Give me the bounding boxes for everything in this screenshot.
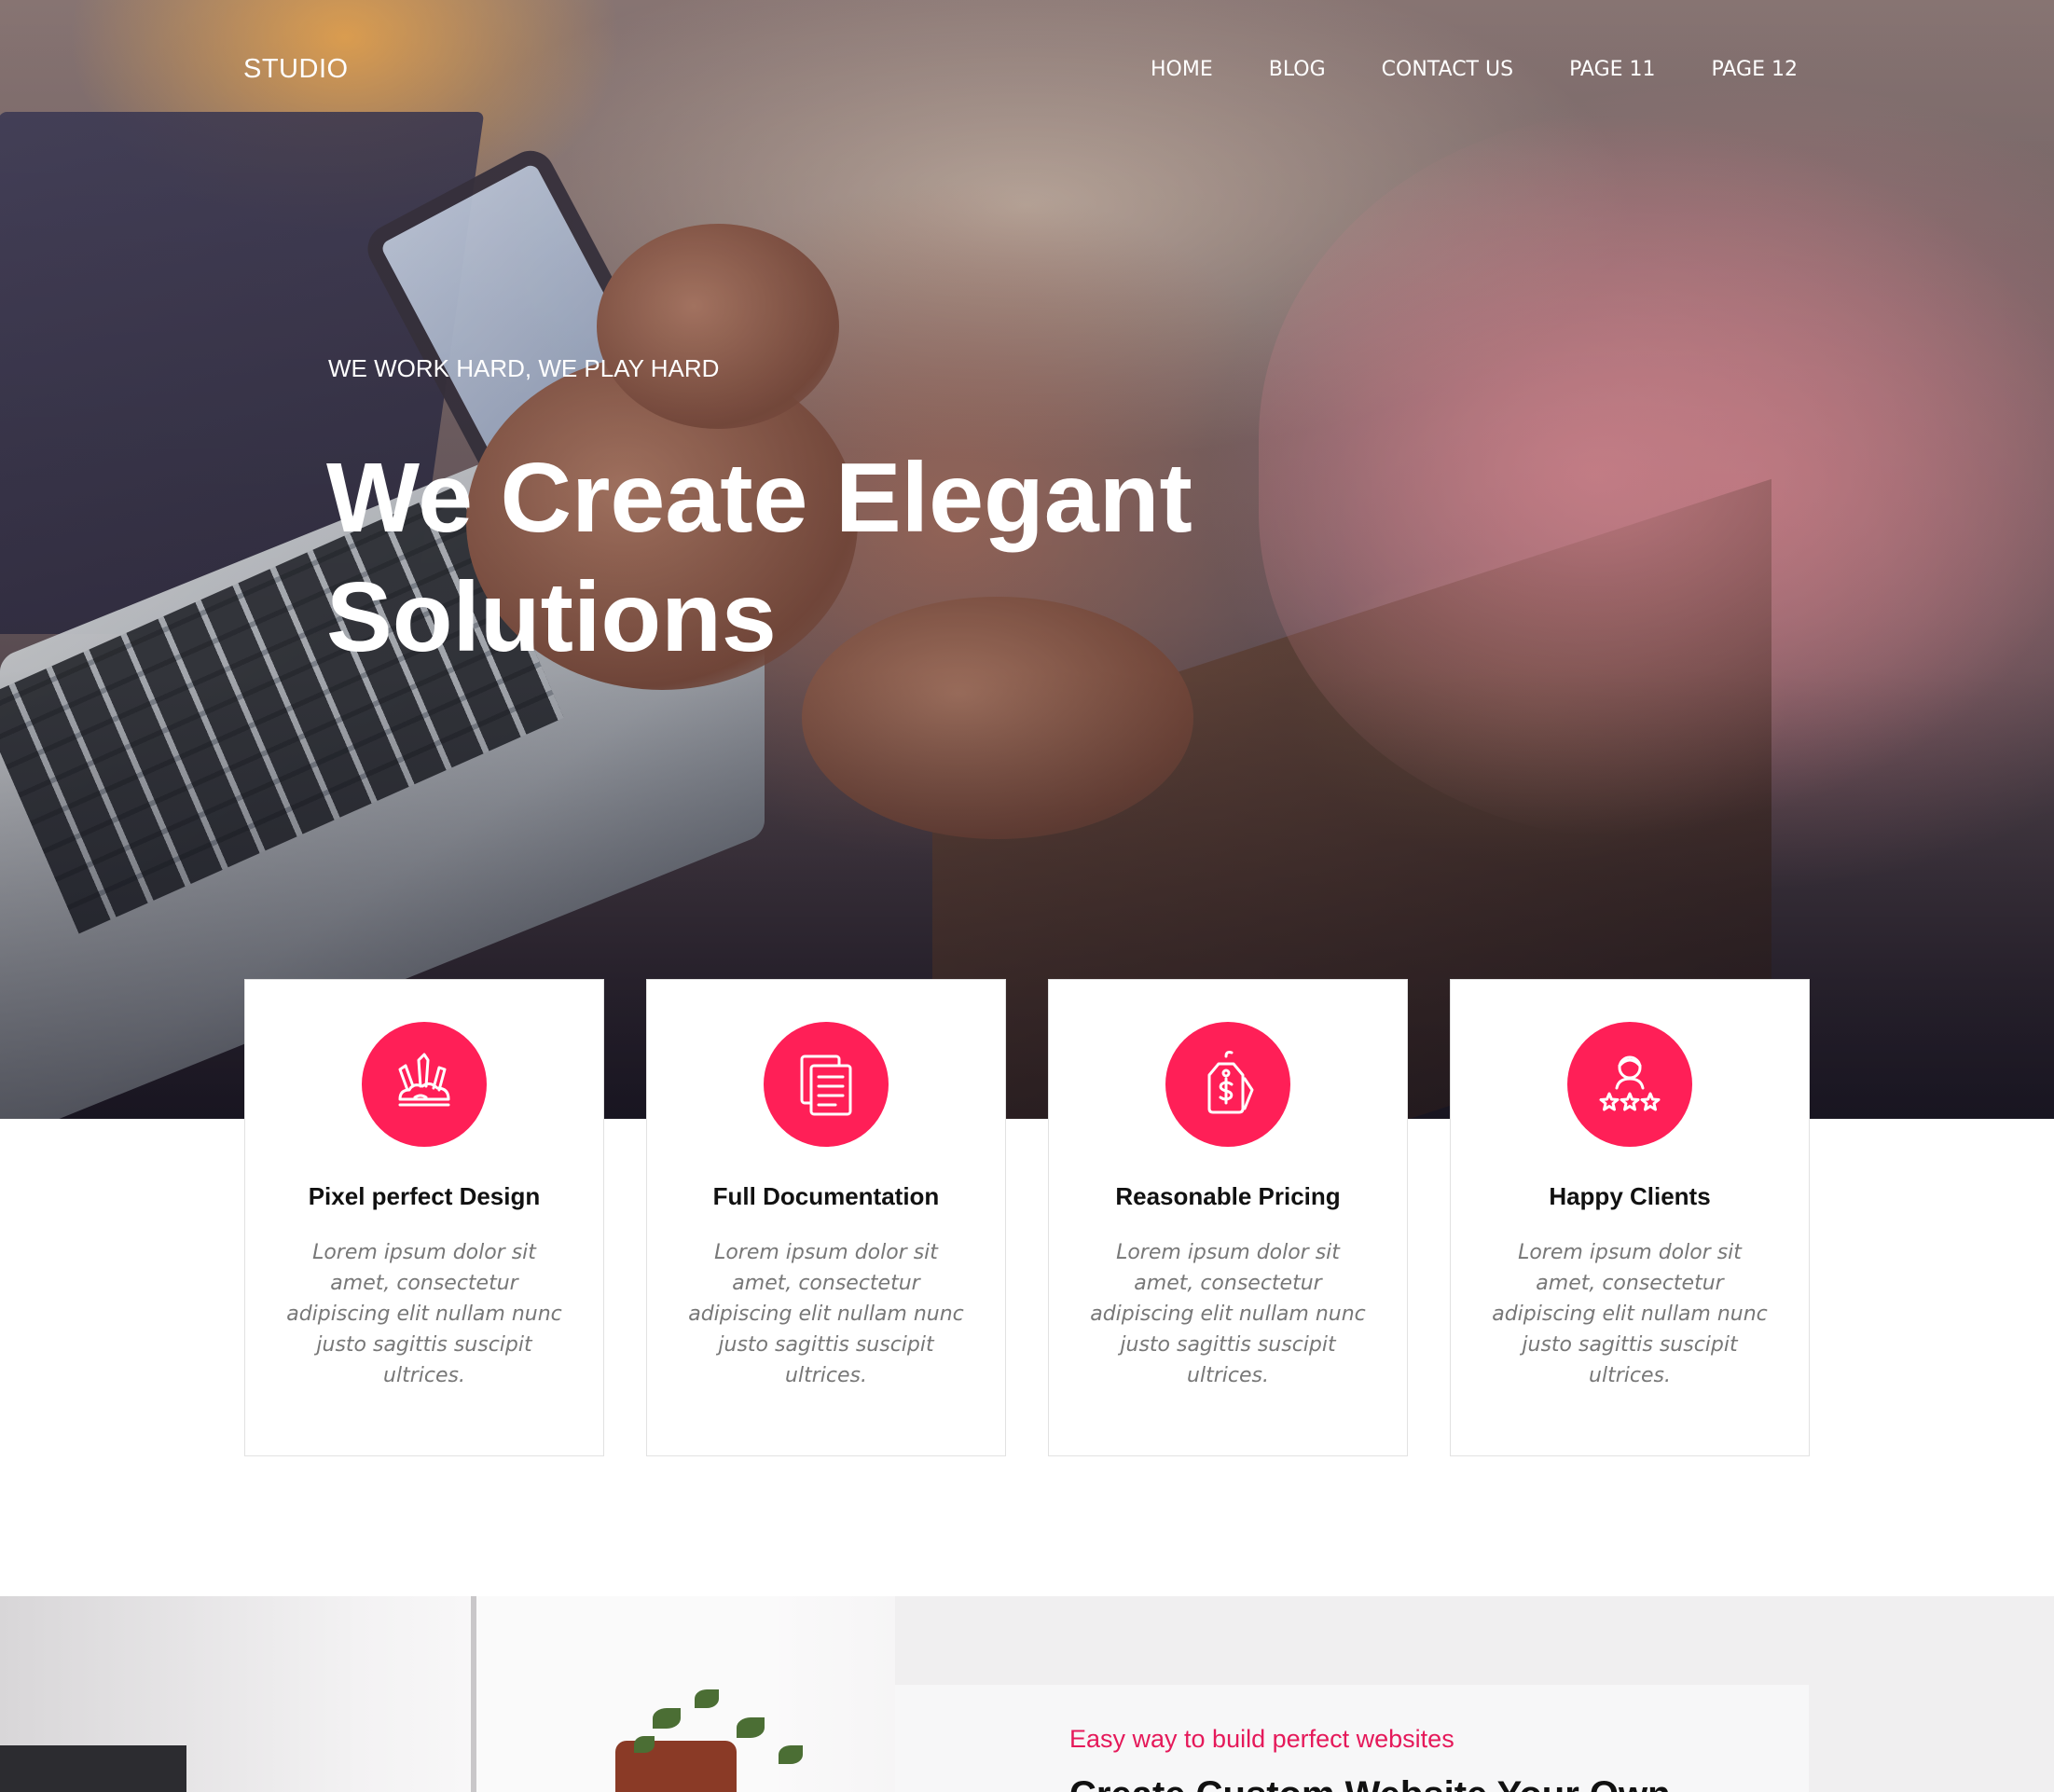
feature-title: Happy Clients (1549, 1182, 1711, 1210)
feature-text: Lorem ipsum dolor sit amet, consectetur … (688, 1241, 964, 1387)
hero-section: STUDIO HOME BLOG CONTACT US PAGE 11 PAGE… (0, 0, 2054, 1119)
site-logo[interactable]: STUDIO (243, 54, 349, 85)
about-photo-leaf (653, 1708, 681, 1729)
about-photo (0, 1596, 895, 1792)
hero-eyebrow: WE WORK HARD, WE PLAY HARD (328, 354, 720, 382)
price-tag-icon (1165, 1022, 1290, 1147)
nav-link-home[interactable]: HOME (1151, 58, 1213, 81)
about-photo-furniture (0, 1745, 186, 1792)
brushes-icon (362, 1022, 487, 1147)
feature-title: Pixel perfect Design (308, 1182, 541, 1210)
about-photo-leaf (634, 1736, 655, 1753)
feature-title: Full Documentation (712, 1182, 940, 1210)
feature-cards: Pixel perfect Design Lorem ipsum dolor s… (244, 979, 1810, 1456)
feature-title: Reasonable Pricing (1115, 1182, 1341, 1210)
main-nav: HOME BLOG CONTACT US PAGE 11 PAGE 12 (1151, 58, 1798, 81)
feature-text: Lorem ipsum dolor sit amet, consectetur … (286, 1241, 562, 1387)
nav-link-page-12[interactable]: PAGE 12 (1712, 58, 1798, 81)
feature-card-documentation: Full Documentation Lorem ipsum dolor sit… (646, 979, 1006, 1456)
about-subtitle: Easy way to build perfect websites (1069, 1725, 1454, 1753)
nav-link-contact-us[interactable]: CONTACT US (1382, 58, 1513, 81)
hero-title: We Create Elegant Solutions (326, 443, 1192, 672)
documents-icon (764, 1022, 889, 1147)
nav-link-page-11[interactable]: PAGE 11 (1569, 58, 1655, 81)
feature-text: Lorem ipsum dolor sit amet, consectetur … (1090, 1241, 1366, 1387)
feature-card-design: Pixel perfect Design Lorem ipsum dolor s… (244, 979, 604, 1456)
about-photo-leaf (695, 1689, 719, 1708)
feature-card-clients: Happy Clients Lorem ipsum dolor sit amet… (1450, 979, 1810, 1456)
feature-card-pricing: Reasonable Pricing Lorem ipsum dolor sit… (1048, 979, 1408, 1456)
about-heading: Create Custom Website Your Own (1069, 1776, 1722, 1792)
about-photo-leaf (779, 1745, 803, 1764)
about-photo-leaf (737, 1717, 765, 1738)
nav-link-blog[interactable]: BLOG (1269, 58, 1326, 81)
about-section (0, 1596, 2054, 1792)
feature-text: Lorem ipsum dolor sit amet, consectetur … (1492, 1241, 1768, 1387)
about-heading-text: Create Custom Website Your Own (1069, 1776, 1722, 1792)
happy-client-icon (1567, 1022, 1692, 1147)
